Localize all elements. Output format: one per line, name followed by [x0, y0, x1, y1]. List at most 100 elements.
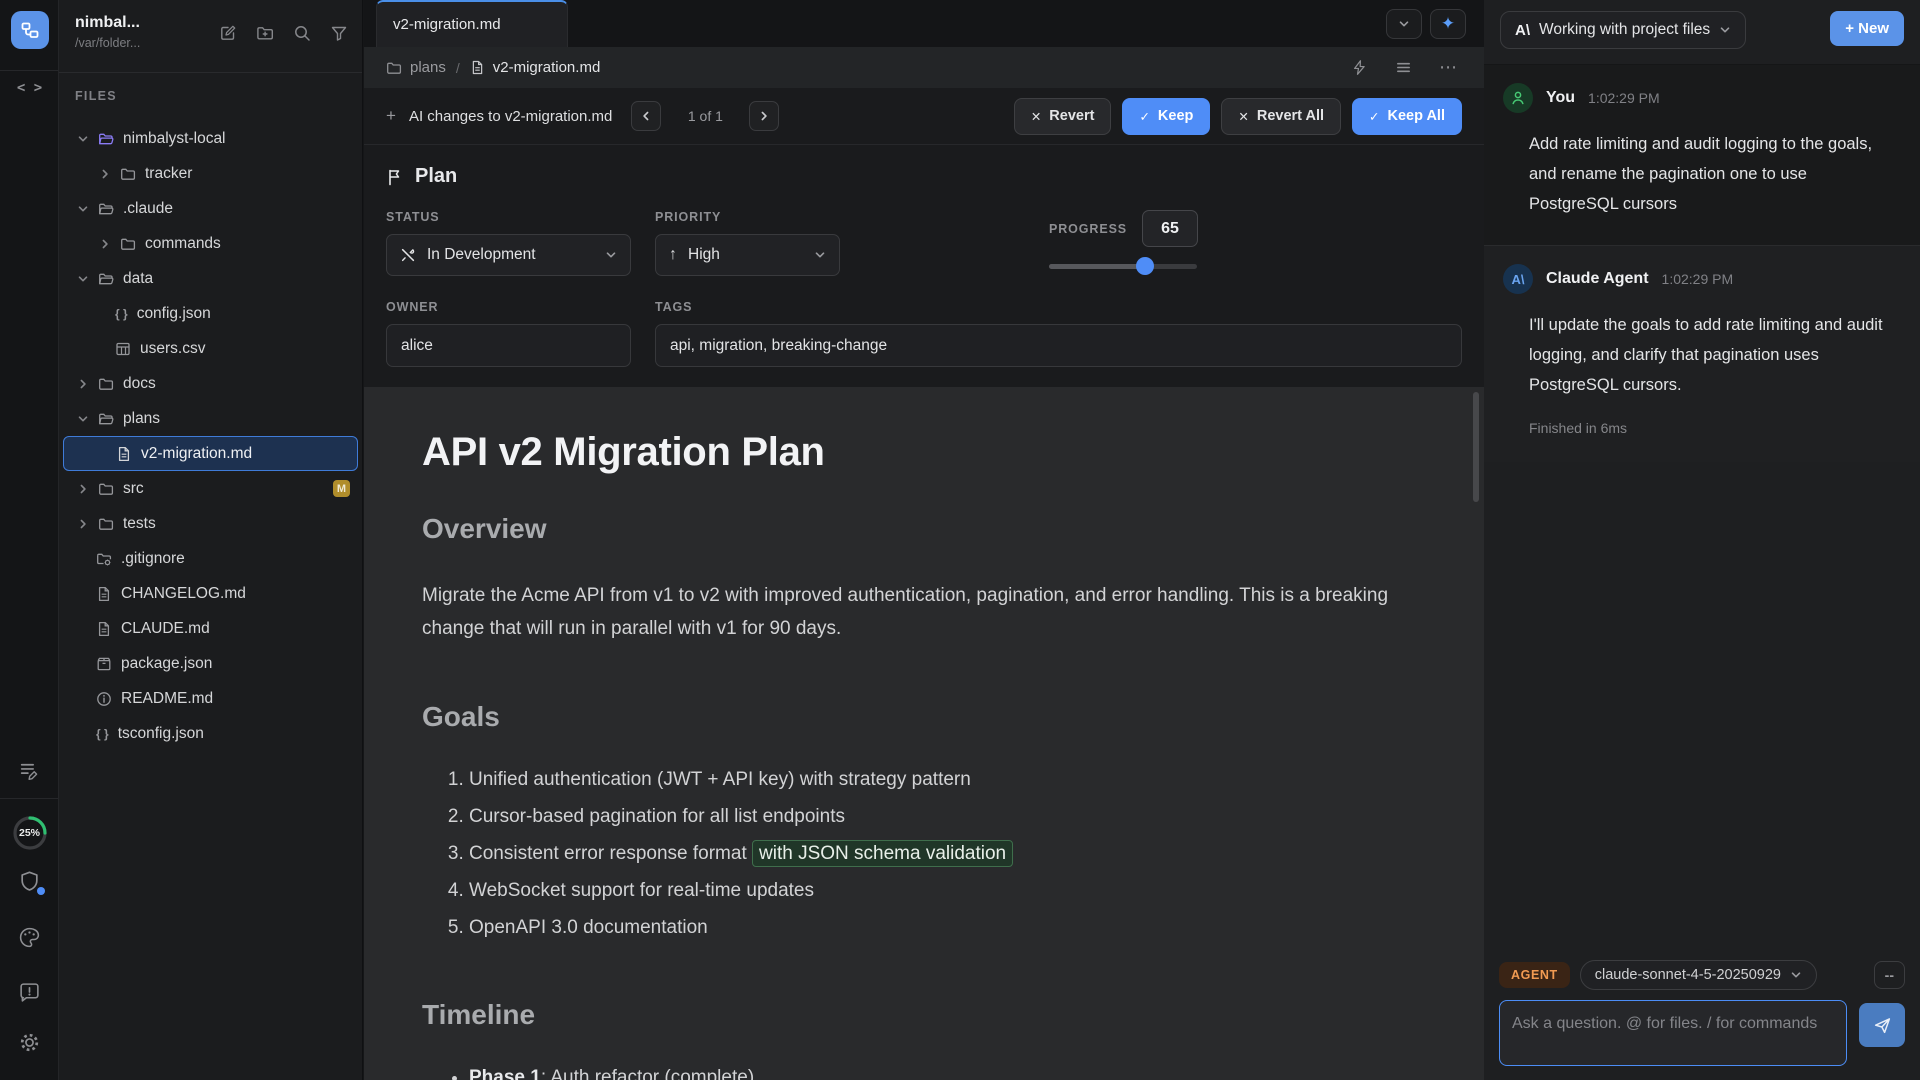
claude-logo-icon: A\	[1512, 272, 1525, 287]
person-icon	[1509, 89, 1527, 107]
tags-label: TAGS	[655, 300, 1462, 314]
editor-pane: v2-migration.md ✦ plans / v2-migration.m…	[364, 0, 1484, 1080]
new-ai-tab-button[interactable]: ✦	[1430, 9, 1466, 39]
progress-slider-thumb[interactable]	[1136, 257, 1154, 275]
agent-mode-badge: AGENT	[1499, 962, 1570, 988]
theme-button[interactable]	[0, 926, 59, 949]
change-counter: 1 of 1	[674, 108, 736, 124]
progress-slider[interactable]	[1049, 257, 1197, 275]
progress-value: 65	[1142, 210, 1198, 247]
tree-item[interactable]: CLAUDE.md	[59, 611, 362, 646]
prev-change-button[interactable]	[631, 101, 661, 131]
new-chat-button[interactable]: + New	[1830, 11, 1904, 46]
tab-v2-migration[interactable]: v2-migration.md	[376, 0, 568, 47]
tree-item-selected[interactable]: v2-migration.md	[63, 436, 358, 471]
tree-item[interactable]: data	[59, 261, 362, 296]
new-folder-button[interactable]	[256, 24, 274, 42]
goal-text: OpenAPI 3.0 documentation	[469, 917, 708, 938]
overview-heading: Overview	[422, 513, 1414, 545]
goals-heading: Goals	[422, 701, 1414, 733]
priority-select[interactable]: ↑ High	[655, 234, 840, 276]
owner-label: OWNER	[386, 300, 631, 314]
search-button[interactable]	[293, 24, 311, 42]
notes-button[interactable]	[0, 759, 59, 782]
tree-item[interactable]: tracker	[59, 156, 362, 191]
plan-metadata-panel: Plan STATUS In Development PRIORITY ↑ Hi…	[364, 145, 1484, 387]
new-file-button[interactable]	[219, 24, 237, 42]
priority-value: High	[688, 246, 720, 264]
code-view-button[interactable]: < >	[0, 80, 59, 96]
app-logo-button[interactable]	[0, 11, 59, 49]
tree-item[interactable]: nimbalyst-local	[59, 121, 362, 156]
folder-open-icon	[98, 411, 114, 427]
goal-text: Cursor-based pagination for all list end…	[469, 806, 845, 827]
outline-menu-button[interactable]	[1395, 59, 1412, 76]
goal-item: WebSocket support for real-time updates	[469, 878, 1414, 904]
tree-item[interactable]: docs	[59, 366, 362, 401]
message-time: 1:02:29 PM	[1662, 271, 1734, 287]
braces-icon: { }	[115, 307, 128, 321]
tab-list-dropdown-button[interactable]	[1386, 9, 1422, 39]
breadcrumb-folder[interactable]: plans	[410, 59, 446, 76]
revert-all-button[interactable]: ✕Revert All	[1221, 98, 1341, 135]
chevron-right-icon	[758, 110, 770, 122]
braces-icon: { }	[96, 727, 109, 741]
tree-item[interactable]: { } tsconfig.json	[59, 716, 362, 751]
goals-list: Unified authentication (JWT + API key) w…	[469, 767, 1414, 941]
tree-item[interactable]: plans	[59, 401, 362, 436]
tree-item[interactable]: { } config.json	[59, 296, 362, 331]
tree-item-label: tests	[123, 515, 156, 533]
tree-item-label: tsconfig.json	[118, 725, 204, 743]
tree-item[interactable]: .gitignore	[59, 541, 362, 576]
format-zap-button[interactable]	[1351, 59, 1368, 76]
feedback-button[interactable]	[0, 981, 59, 1004]
model-selector[interactable]: claude-sonnet-4-5-20250929	[1580, 960, 1817, 990]
revert-all-label: Revert All	[1257, 108, 1324, 124]
progress-ring-label: 25%	[11, 814, 49, 852]
filter-button[interactable]	[330, 24, 348, 42]
tags-input[interactable]	[655, 324, 1462, 367]
document-title: API v2 Migration Plan	[422, 430, 1414, 475]
goal-item: OpenAPI 3.0 documentation	[469, 915, 1414, 941]
chat-header: A\ Working with project files + New	[1484, 0, 1920, 64]
more-options-button[interactable]: ⋯	[1439, 57, 1458, 78]
panel-collapse-button[interactable]: --	[1874, 961, 1905, 989]
sparkle-icon: ✦	[1441, 14, 1455, 34]
goal-item: Unified authentication (JWT + API key) w…	[469, 767, 1414, 793]
chevron-down-icon	[77, 273, 89, 285]
tree-item[interactable]: package.json	[59, 646, 362, 681]
tree-item-label: README.md	[121, 690, 213, 708]
settings-button[interactable]	[0, 1031, 59, 1054]
file-icon	[96, 586, 112, 602]
revert-button[interactable]: ✕Revert	[1014, 98, 1112, 135]
tree-item[interactable]: tests	[59, 506, 362, 541]
send-button[interactable]	[1859, 1003, 1905, 1047]
timeline-item: Phase 1: Auth refactor (complete)	[469, 1065, 1414, 1080]
goal-item: Consistent error response format with JS…	[469, 841, 1414, 867]
scrollbar-thumb[interactable]	[1473, 392, 1479, 502]
tree-item[interactable]: README.md	[59, 681, 362, 716]
tree-item[interactable]: commands	[59, 226, 362, 261]
chat-input[interactable]	[1499, 1000, 1847, 1066]
next-change-button[interactable]	[749, 101, 779, 131]
usage-progress-button[interactable]: 25%	[0, 814, 59, 852]
owner-input[interactable]	[386, 324, 631, 367]
status-select[interactable]: In Development	[386, 234, 631, 276]
tree-item[interactable]: CHANGELOG.md	[59, 576, 362, 611]
breadcrumb-file[interactable]: v2-migration.md	[493, 59, 601, 76]
security-button[interactable]	[0, 870, 59, 893]
tree-item-label: package.json	[121, 655, 212, 673]
file-icon	[116, 446, 132, 462]
info-icon	[96, 691, 112, 707]
tree-item[interactable]: .claude	[59, 191, 362, 226]
progress-ring-icon: 25%	[11, 814, 49, 852]
keep-button[interactable]: ✓Keep	[1122, 98, 1210, 135]
gear-icon	[18, 1031, 41, 1054]
tree-item-label: CLAUDE.md	[121, 620, 210, 638]
tree-item[interactable]: users.csv	[59, 331, 362, 366]
conversation-selector[interactable]: A\ Working with project files	[1500, 11, 1746, 49]
folder-open-icon	[98, 201, 114, 217]
tree-item[interactable]: src M	[59, 471, 362, 506]
keep-all-button[interactable]: ✓Keep All	[1352, 98, 1462, 135]
chevron-right-icon	[77, 518, 89, 530]
